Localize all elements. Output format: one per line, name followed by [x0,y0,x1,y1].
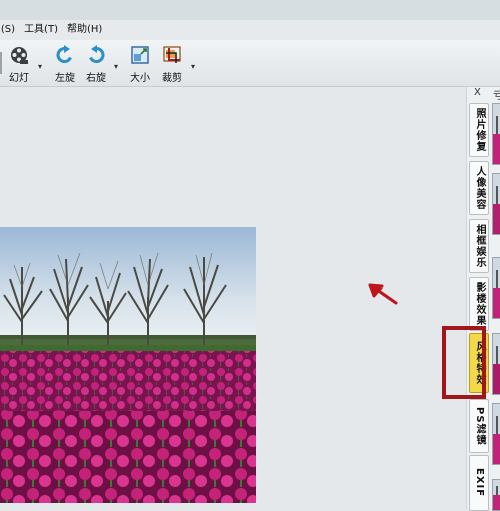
photo-image [0,227,256,503]
tab-photo-repair[interactable]: 照片修复 [469,103,489,157]
resize-button[interactable]: 大小 [125,45,155,84]
toolbar: 幻灯 ▾ 左旋 右旋 ▾ 大小 裁剪 ▾ [0,40,500,87]
crop-dropdown-icon[interactable]: ▾ [191,62,195,71]
effect-thumbnail[interactable] [492,257,500,319]
effect-thumbnail[interactable] [492,103,500,165]
crop-label: 裁剪 [162,73,182,84]
thumbnail-image [493,258,500,318]
rotate-right-button[interactable]: 右旋 [81,45,111,84]
menu-item-help[interactable]: 帮助(H) [67,20,111,40]
effect-thumbnail[interactable] [492,403,500,465]
film-reel-icon [11,47,28,64]
resize-label: 大小 [130,73,150,84]
tab-ps-filters[interactable]: PS滤镜 [469,399,489,453]
red-arrow-icon [368,283,398,305]
rotate-dropdown-icon[interactable]: ▾ [114,62,118,71]
rotate-left-label: 左旋 [55,73,75,84]
crop-icon [163,46,181,63]
tab-photo-repair-label: 照片修复 [474,108,485,152]
effect-thumbnail[interactable] [492,333,500,395]
tab-studio-effects-label: 影楼效果 [474,282,485,326]
resize-icon [131,46,149,64]
thumbnail-image [493,334,500,394]
tab-studio-effects[interactable]: 影楼效果 [469,277,489,331]
thumbnail-image [493,480,500,510]
image-canvas[interactable] [0,87,466,509]
menu-item-tools[interactable]: 工具(T) [24,20,67,40]
effects-sidebar: X 亏 照片修复 人像美容 相框娱乐 影楼效果 风格特效 PS滤镜 EXIF [466,87,500,511]
tulip-field-photo[interactable] [0,227,256,503]
thumbnail-image [493,404,500,464]
slideshow-label: 幻灯 [9,73,29,84]
rotate-right-label: 右旋 [86,73,106,84]
menu-item-partial[interactable]: )(S) [0,20,24,40]
rotate-left-button[interactable]: 左旋 [50,45,80,84]
effect-thumbnail[interactable] [492,479,500,511]
tab-portrait-beauty[interactable]: 人像美容 [469,161,489,215]
tab-ps-filters-label: PS滤镜 [474,406,485,446]
tab-frame-fun-label: 相框娱乐 [474,224,485,268]
slideshow-button[interactable]: 幻灯 [4,45,34,84]
sidebar-close-icon[interactable]: X [474,87,481,98]
crop-button[interactable]: 裁剪 [157,45,187,84]
thumbnail-image [493,104,500,164]
highlight-annotation-box [442,326,486,399]
tab-exif[interactable]: EXIF [469,455,489,511]
toolbar-edge [0,52,2,74]
sidebar-header-partial: 亏 [493,91,500,102]
effect-thumbnail[interactable] [492,173,500,235]
rotate-right-icon [89,45,105,63]
menu-bar: )(S) 工具(T) 帮助(H) [0,20,500,40]
tab-exif-label: EXIF [474,468,485,498]
rotate-left-icon [56,45,72,63]
window-top-strip [0,0,500,20]
thumbnail-image [493,174,500,234]
slideshow-dropdown-icon[interactable]: ▾ [38,62,42,71]
tab-frame-fun[interactable]: 相框娱乐 [469,219,489,273]
tab-portrait-beauty-label: 人像美容 [474,166,485,210]
